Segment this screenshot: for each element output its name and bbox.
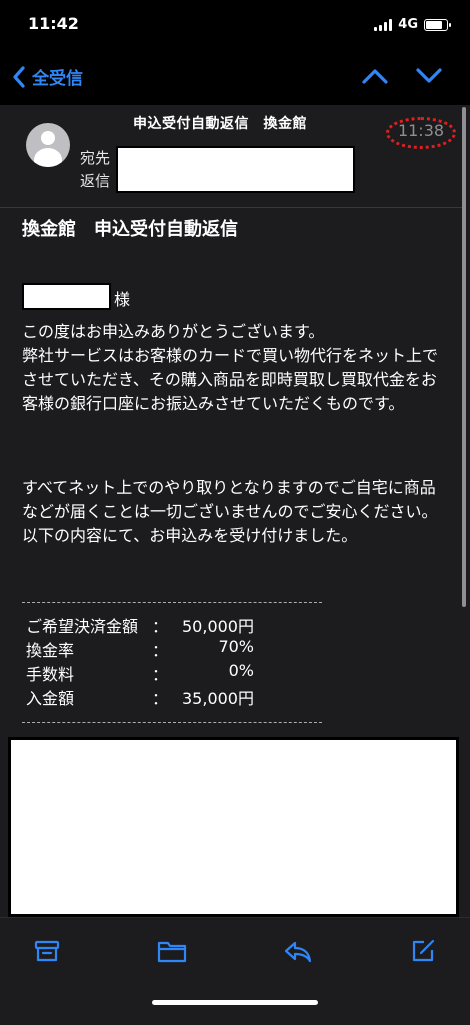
signal-icon xyxy=(374,18,393,31)
reply-to-label: 返信 xyxy=(80,172,111,190)
home-indicator[interactable] xyxy=(152,1000,318,1005)
body-paragraph-2: すべてネット上でのやり取りとなりますのでご自宅に商品などが届くことは一切ございま… xyxy=(22,476,447,548)
redacted-customer-name xyxy=(22,283,111,310)
header-divider xyxy=(0,207,462,208)
folder-icon xyxy=(157,941,187,963)
detail-value: 50,000円 xyxy=(182,617,254,636)
body-line: この度はお申込みありがとうございます。 xyxy=(22,322,325,341)
body-line: すべてネット上でのやり取りとなりますのでご自宅に商品などが届くことは一切ございま… xyxy=(22,478,438,521)
detail-value: 0% xyxy=(228,661,254,680)
detail-label: ご希望決済金額 xyxy=(26,617,139,636)
dashed-separator xyxy=(22,602,322,603)
compose-icon xyxy=(412,939,435,962)
status-time: 11:42 xyxy=(28,14,79,33)
previous-message-button[interactable] xyxy=(360,66,390,90)
chevron-up-icon xyxy=(362,69,388,84)
scrollbar[interactable] xyxy=(462,107,466,607)
back-label: 全受信 xyxy=(32,69,83,89)
reply-icon xyxy=(284,941,312,963)
archive-box-icon xyxy=(34,940,60,962)
message-view[interactable]: 申込受付自動返信 換金館 11:38 宛先 返信 換金館 申込受付自動返信 様 … xyxy=(0,105,470,917)
chevron-left-icon xyxy=(13,65,25,88)
back-button[interactable]: 全受信 xyxy=(12,64,83,89)
next-message-button[interactable] xyxy=(414,66,444,90)
message-time: 11:38 xyxy=(397,121,445,140)
body-paragraph-1: この度はお申込みありがとうございます。 弊社サービスはお客様のカードで買い物代行… xyxy=(22,320,447,416)
redacted-recipient xyxy=(116,146,355,193)
bottom-toolbar xyxy=(0,917,470,1025)
redacted-footer-block xyxy=(8,737,459,917)
network-type: 4G xyxy=(398,17,418,32)
archive-button[interactable] xyxy=(32,936,62,966)
detail-value: 70% xyxy=(218,637,254,656)
reply-button[interactable] xyxy=(283,936,313,966)
dashed-separator xyxy=(22,722,322,723)
to-label: 宛先 xyxy=(80,149,111,167)
detail-label: 手数料 xyxy=(26,665,75,684)
message-subject: 申込受付自動返信 換金館 xyxy=(133,116,307,132)
body-line: 以下の内容にて、お申込みを受け付けました。 xyxy=(22,526,358,545)
detail-label: 換金率 xyxy=(26,641,75,660)
battery-icon xyxy=(424,18,451,31)
body-title: 換金館 申込受付自動返信 xyxy=(22,219,238,240)
sender-avatar[interactable] xyxy=(26,123,70,167)
nav-bar: 全受信 xyxy=(0,50,470,105)
honorific: 様 xyxy=(114,290,131,309)
chevron-down-icon xyxy=(416,68,442,83)
status-bar: 11:42 4G xyxy=(0,0,470,50)
move-to-folder-button[interactable] xyxy=(157,936,187,966)
status-indicators: 4G xyxy=(374,17,451,32)
detail-label: 入金額 xyxy=(26,689,75,708)
detail-value: 35,000円 xyxy=(182,689,254,708)
body-line: 弊社サービスはお客様のカードで買い物代行をネット上でさせていただき、その購入商品… xyxy=(22,346,439,413)
compose-button[interactable] xyxy=(408,936,438,966)
